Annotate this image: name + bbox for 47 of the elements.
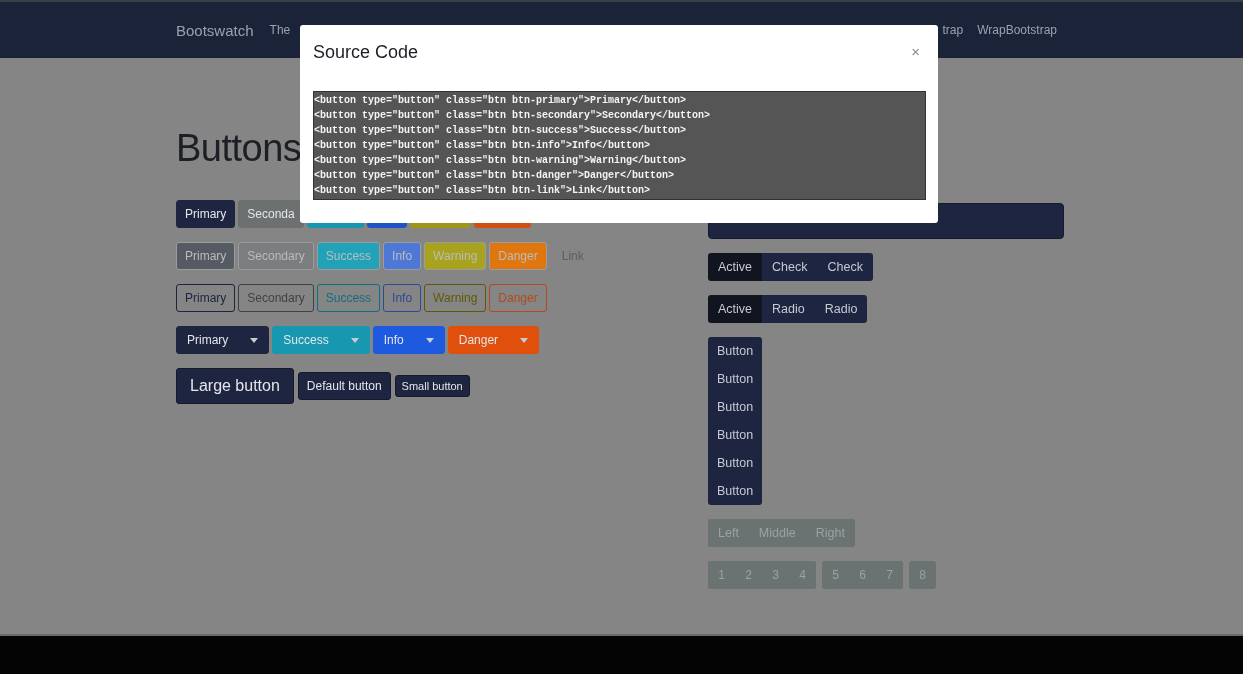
group-button[interactable]: Button (708, 393, 763, 421)
toggle-button[interactable]: Active (708, 253, 763, 281)
code-line: <button type="button" class="btn btn-link">Link</button> (314, 184, 652, 198)
split-dropdown-button[interactable]: Info (372, 326, 445, 354)
code-line: <button type="button" class="btn btn-primary">Primary</button> (314, 94, 688, 108)
caret-icon (520, 337, 529, 343)
button-label: Danger (457, 333, 500, 347)
split-dropdown-button[interactable]: Danger (447, 326, 540, 354)
split-dropdown-button[interactable]: Primary (176, 326, 270, 354)
group-button[interactable]: Button (708, 477, 763, 505)
code-line: <button type="button" class="btn btn-danger">Danger</button> (314, 169, 676, 183)
close-button[interactable]: × (905, 42, 926, 60)
radio-button[interactable]: Radio (762, 295, 815, 323)
size-button[interactable]: Small button (394, 375, 470, 397)
button-label: Info (382, 333, 405, 347)
group-button[interactable]: Button (708, 337, 763, 365)
outline-button[interactable]: Warning (424, 284, 487, 312)
nav-link[interactable]: trap (942, 23, 964, 37)
caret-icon (425, 337, 434, 343)
outline-button[interactable]: Primary (176, 284, 236, 312)
page-heading: Buttons (176, 126, 302, 170)
group-button[interactable]: Button (708, 365, 763, 393)
outline-button[interactable]: Secondary (238, 284, 314, 312)
brand-link[interactable]: Bootswatch (176, 21, 254, 39)
modal-title: Source Code (313, 40, 419, 63)
caret-icon (250, 337, 259, 343)
group-button[interactable]: Button (708, 449, 763, 477)
toggle-button[interactable]: Check (817, 253, 873, 281)
size-button[interactable]: Large button (176, 368, 294, 404)
nav-link[interactable]: WrapBootstrap (977, 23, 1057, 37)
size-button[interactable]: Default button (297, 372, 391, 400)
outline-button[interactable]: Info (383, 284, 422, 312)
code-line: <button type="button" class="btn btn-warning">Warning</button> (314, 154, 688, 168)
toggle-button[interactable]: Check (762, 253, 818, 281)
radio-button[interactable]: Active (708, 295, 763, 323)
code-line: <button type="button" class="btn btn-success">Success</button> (314, 124, 688, 138)
button-label: Primary (186, 333, 230, 347)
code-line: <button type="button" class="btn btn-secondary">Secondary</button> (314, 109, 712, 123)
button-label: Success (282, 333, 330, 347)
colored-button[interactable]: Primary (176, 200, 236, 228)
colored-button[interactable]: Seconda (238, 200, 304, 228)
caret-icon (350, 337, 359, 343)
code-line: <button type="button" class="btn btn-info">Info</button> (314, 139, 652, 153)
group-button[interactable]: Button (708, 421, 763, 449)
radio-button[interactable]: Radio (814, 295, 868, 323)
split-dropdown-button[interactable]: Success (272, 326, 370, 354)
nav-link[interactable]: The (269, 23, 291, 37)
